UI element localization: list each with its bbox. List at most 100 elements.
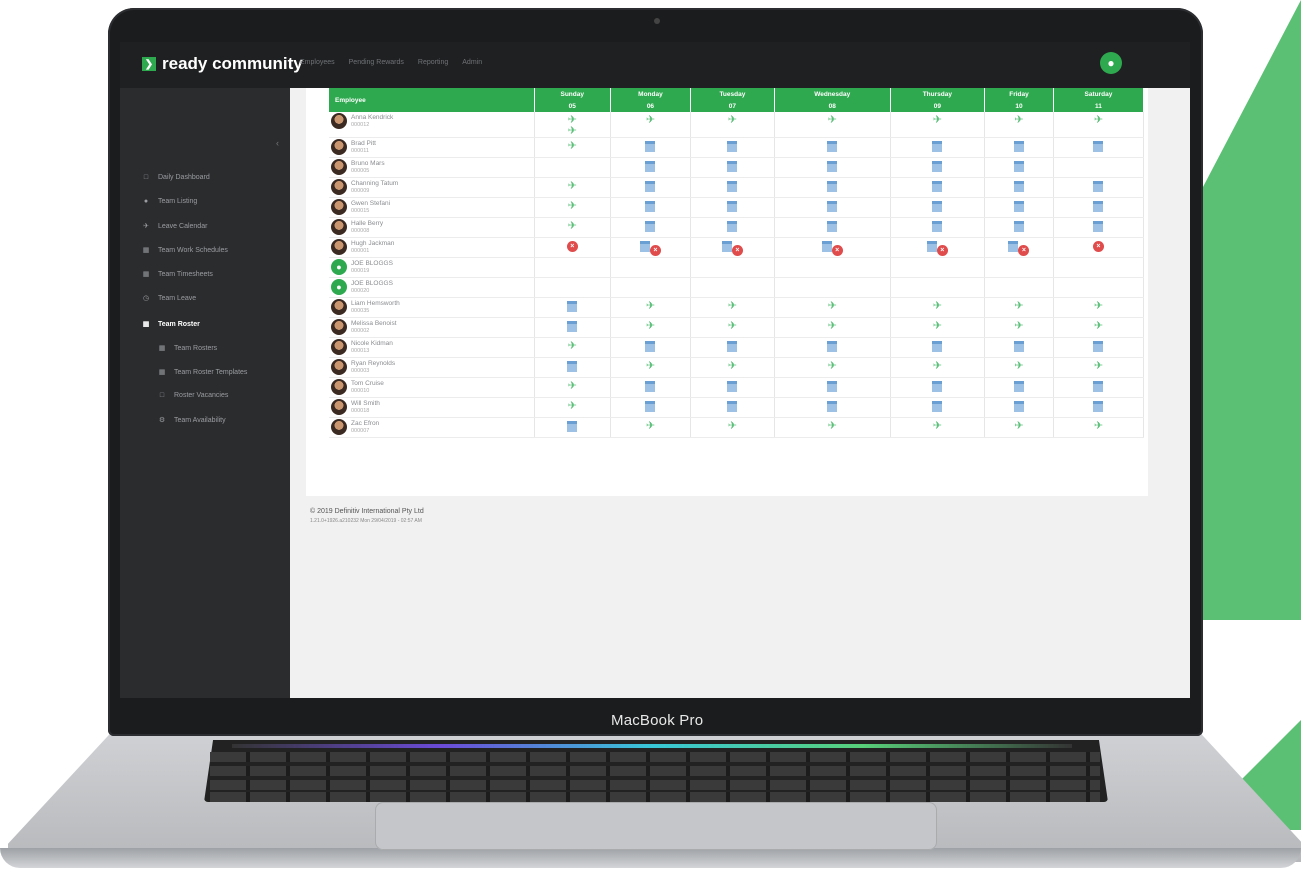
calendar-icon[interactable]: [645, 341, 656, 352]
employee-name[interactable]: Channing Tatum: [351, 180, 398, 188]
roster-day-cell[interactable]: ✈: [610, 112, 691, 138]
roster-day-cell[interactable]: [774, 377, 891, 398]
employee-name[interactable]: Hugh Jackman: [351, 240, 394, 248]
roster-day-cell[interactable]: [610, 277, 691, 298]
roster-day-cell[interactable]: ✈: [984, 417, 1054, 438]
roster-day-cell[interactable]: ✈: [890, 357, 986, 378]
calendar-icon[interactable]: [727, 221, 738, 232]
employee-name[interactable]: Brad Pitt: [351, 140, 376, 148]
calendar-icon[interactable]: [926, 241, 937, 252]
roster-day-cell[interactable]: [690, 137, 775, 158]
calendar-icon[interactable]: [727, 201, 738, 212]
calendar-icon[interactable]: [645, 161, 656, 172]
calendar-icon[interactable]: [1008, 241, 1019, 252]
roster-day-cell[interactable]: [774, 337, 891, 358]
calendar-icon[interactable]: [932, 201, 943, 212]
plane-icon[interactable]: ✈: [985, 421, 1053, 432]
roster-day-cell[interactable]: [690, 257, 775, 278]
calendar-icon[interactable]: [1013, 141, 1024, 152]
calendar-icon[interactable]: [827, 341, 838, 352]
roster-day-cell[interactable]: [984, 137, 1054, 158]
roster-day-cell[interactable]: ✈: [534, 197, 611, 218]
employee-cell[interactable]: Hugh Jackman 000001: [329, 237, 535, 258]
calendar-icon[interactable]: [645, 381, 656, 392]
roster-day-cell[interactable]: [690, 197, 775, 218]
calendar-icon[interactable]: [567, 321, 578, 332]
calendar-icon[interactable]: [1093, 141, 1104, 152]
roster-day-cell[interactable]: [890, 177, 986, 198]
calendar-icon[interactable]: [827, 201, 838, 212]
roster-day-cell[interactable]: [610, 137, 691, 158]
roster-day-cell[interactable]: ✈: [1053, 357, 1145, 378]
close-circle-icon[interactable]: ×: [649, 245, 661, 256]
employee-name[interactable]: Liam Hemsworth: [351, 300, 400, 308]
employee-cell[interactable]: Gwen Stefani 000015: [329, 197, 535, 218]
nav-admin[interactable]: Admin: [462, 59, 482, 66]
roster-day-cell[interactable]: [1053, 337, 1145, 358]
roster-day-cell[interactable]: ✈: [1053, 112, 1145, 138]
roster-day-cell[interactable]: [1053, 177, 1145, 198]
plane-icon[interactable]: ✈: [775, 321, 890, 332]
plane-icon[interactable]: ✈: [891, 361, 985, 372]
plane-icon[interactable]: ✈: [775, 361, 890, 372]
roster-day-cell[interactable]: [1053, 277, 1145, 298]
roster-day-cell[interactable]: [1053, 137, 1145, 158]
nav-pending-rewards[interactable]: Pending Rewards: [349, 59, 404, 66]
employee-name[interactable]: Nicole Kidman: [351, 340, 393, 348]
roster-day-cell[interactable]: ✈: [774, 297, 891, 318]
table-row[interactable]: Hugh Jackman 000001 × × × × × × ×: [329, 237, 1145, 258]
table-row[interactable]: Bruno Mars 000005: [329, 157, 1145, 178]
calendar-icon[interactable]: [932, 181, 943, 192]
sidebar-item-team-rosters[interactable]: ▦ Team Rosters: [158, 344, 218, 353]
roster-day-cell[interactable]: [984, 397, 1054, 418]
roster-day-cell[interactable]: ✈: [890, 297, 986, 318]
roster-day-cell[interactable]: ✈: [534, 337, 611, 358]
plane-icon[interactable]: ✈: [985, 321, 1053, 332]
calendar-icon[interactable]: [1013, 401, 1024, 412]
roster-day-cell[interactable]: ×: [690, 237, 775, 258]
roster-day-cell[interactable]: [610, 177, 691, 198]
plane-icon[interactable]: ✈: [691, 321, 774, 332]
calendar-icon[interactable]: [645, 201, 656, 212]
roster-day-cell[interactable]: [690, 397, 775, 418]
plane-icon[interactable]: ✈: [1054, 321, 1143, 332]
calendar-icon[interactable]: [1013, 221, 1024, 232]
plane-icon[interactable]: ✈: [535, 221, 611, 232]
plane-icon[interactable]: ✈: [891, 321, 985, 332]
roster-day-cell[interactable]: ✈: [690, 417, 775, 438]
roster-day-cell[interactable]: ✈: [984, 112, 1054, 138]
sidebar-item-team-leave[interactable]: ◷ Team Leave: [142, 294, 196, 303]
table-row[interactable]: ● JOE BLOGGS 000020: [329, 277, 1145, 298]
calendar-icon[interactable]: [827, 381, 838, 392]
roster-day-cell[interactable]: ✈: [890, 112, 986, 138]
sidebar-item-team-timesheets[interactable]: ▦ Team Timesheets: [142, 270, 213, 279]
roster-day-cell[interactable]: ×: [534, 237, 611, 258]
user-avatar-icon[interactable]: ●: [1100, 52, 1122, 74]
employee-cell[interactable]: Brad Pitt 000011: [329, 137, 535, 158]
roster-day-cell[interactable]: ✈: [774, 317, 891, 338]
table-row[interactable]: Will Smith 000018 ✈: [329, 397, 1145, 418]
sidebar-item-team-availability[interactable]: ⚙ Team Availability: [158, 416, 226, 425]
roster-day-cell[interactable]: [690, 277, 775, 298]
employee-cell[interactable]: ● JOE BLOGGS 000020: [329, 277, 535, 298]
roster-day-cell[interactable]: ✈: [534, 177, 611, 198]
roster-day-cell[interactable]: [890, 197, 986, 218]
nav-reporting[interactable]: Reporting: [418, 59, 448, 66]
roster-day-cell[interactable]: ✈: [690, 357, 775, 378]
calendar-icon[interactable]: [827, 221, 838, 232]
employee-cell[interactable]: Nicole Kidman 000013: [329, 337, 535, 358]
sidebar-item-daily-dashboard[interactable]: □ Daily Dashboard: [142, 174, 210, 181]
sidebar-item-roster-vacancies[interactable]: □ Roster Vacancies: [158, 392, 228, 399]
roster-day-cell[interactable]: [890, 277, 986, 298]
roster-day-cell[interactable]: [610, 337, 691, 358]
calendar-icon[interactable]: [567, 361, 578, 372]
plane-icon[interactable]: ✈: [535, 181, 611, 192]
calendar-icon[interactable]: [932, 141, 943, 152]
employee-name[interactable]: JOE BLOGGS: [351, 260, 393, 268]
employee-name[interactable]: Will Smith: [351, 400, 380, 408]
roster-day-cell[interactable]: [534, 257, 611, 278]
calendar-icon[interactable]: [827, 161, 838, 172]
roster-day-cell[interactable]: ✈: [1053, 297, 1145, 318]
table-row[interactable]: Channing Tatum 000009 ✈: [329, 177, 1145, 198]
roster-day-cell[interactable]: [534, 297, 611, 318]
